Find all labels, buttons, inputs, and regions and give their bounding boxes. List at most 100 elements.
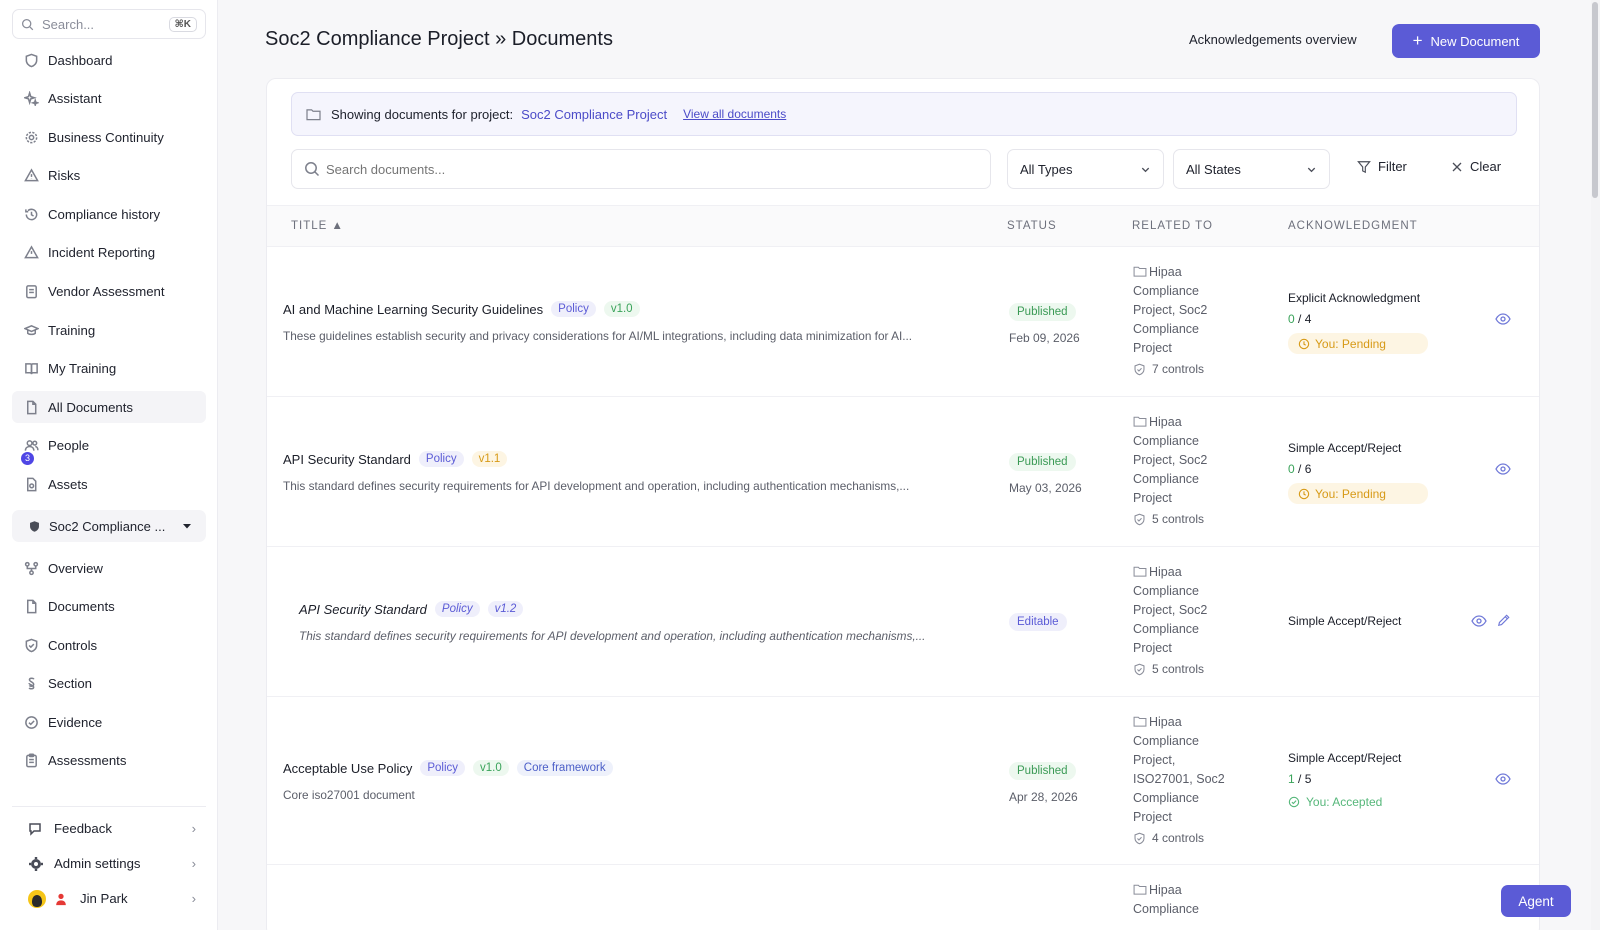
chevron-down-icon bbox=[1307, 167, 1316, 172]
type-tag: Policy bbox=[551, 301, 596, 317]
ack-count: 1 / 5 bbox=[1288, 772, 1312, 786]
sidebar-item-all-documents[interactable]: All Documents bbox=[12, 391, 206, 424]
sidebar-item-assistant[interactable]: Assistant bbox=[12, 83, 206, 115]
sidebar-item-label: Section bbox=[48, 676, 92, 692]
document-description: This standard defines security requireme… bbox=[283, 479, 910, 493]
project-selector[interactable]: Soc2 Compliance ... bbox=[12, 510, 206, 542]
folder-icon bbox=[1133, 416, 1147, 427]
clear-button[interactable]: Clear bbox=[1451, 159, 1501, 174]
sidebar-search[interactable]: Search... ⌘K bbox=[12, 9, 206, 39]
sidebar-item-section[interactable]: Section bbox=[12, 668, 206, 700]
sidebar-item-risks[interactable]: Risks bbox=[12, 160, 206, 192]
sidebar-item-assets[interactable]: Assets bbox=[12, 469, 206, 501]
feedback-button[interactable]: Feedback › bbox=[12, 811, 206, 846]
sidebar-item-vendor-assessment[interactable]: Vendor Assessment bbox=[12, 276, 206, 308]
check-circle-icon bbox=[1288, 796, 1300, 808]
shield-check-icon bbox=[1134, 363, 1145, 376]
sidebar-item-controls[interactable]: Controls bbox=[12, 629, 206, 661]
sidebar-item-label: Business Continuity bbox=[48, 129, 164, 145]
document-description: These guidelines establish security and … bbox=[283, 329, 913, 343]
related-to: Hipaa Compliance Project, ISO27001, Soc2… bbox=[1133, 713, 1243, 848]
shield-check-icon bbox=[1134, 513, 1145, 526]
user-menu[interactable]: Jin Park › bbox=[12, 881, 206, 916]
related-to: Hipaa Compliance Project, Soc2 Complianc… bbox=[1133, 263, 1243, 379]
book-icon bbox=[23, 361, 39, 377]
documents-card: Showing documents for project: Soc2 Comp… bbox=[266, 78, 1540, 930]
filter-label: Filter bbox=[1378, 159, 1407, 174]
table-row[interactable]: AI and Machine Learning Security Guideli… bbox=[267, 247, 1539, 397]
sidebar-item-incident-reporting[interactable]: Incident Reporting bbox=[12, 237, 206, 269]
search-shortcut: ⌘K bbox=[168, 16, 197, 32]
state-select[interactable]: All States bbox=[1173, 149, 1330, 189]
sidebar-item-label: Dashboard bbox=[48, 52, 113, 68]
document-title-line: Acceptable Use Policy Policy v1.0 Core f… bbox=[283, 760, 613, 776]
published-date: May 03, 2026 bbox=[1009, 481, 1082, 495]
shield-filled-icon bbox=[30, 520, 39, 532]
document-title[interactable]: Acceptable Use Policy bbox=[283, 761, 412, 776]
folder-icon bbox=[1133, 716, 1147, 727]
folder-icon bbox=[1133, 884, 1147, 895]
new-document-button[interactable]: + New Document bbox=[1392, 24, 1540, 58]
admin-settings-button[interactable]: Admin settings › bbox=[12, 846, 206, 881]
sidebar-item-compliance-history[interactable]: Compliance history bbox=[12, 198, 206, 230]
column-acknowledgment: ACKNOWLEDGMENT bbox=[1288, 220, 1418, 232]
sidebar-item-evidence[interactable]: Evidence bbox=[12, 706, 206, 738]
view-icon[interactable] bbox=[1471, 615, 1487, 627]
table-row[interactable]: Hipaa Compliance bbox=[267, 865, 1539, 930]
controls-count: 5 controls bbox=[1133, 510, 1243, 529]
status-badge: Published bbox=[1009, 762, 1076, 780]
view-all-documents-link[interactable]: View all documents bbox=[683, 107, 786, 121]
sidebar-item-my-training[interactable]: My Training bbox=[12, 353, 206, 385]
table-row[interactable]: Acceptable Use Policy Policy v1.0 Core f… bbox=[267, 697, 1539, 865]
document-search-input[interactable] bbox=[326, 161, 966, 177]
sidebar-item-label: Assessments bbox=[48, 753, 127, 769]
filter-button[interactable]: Filter bbox=[1357, 159, 1407, 174]
sidebar-item-training[interactable]: Training bbox=[12, 314, 206, 346]
status-badge: Editable bbox=[1009, 613, 1067, 631]
agent-button[interactable]: Agent bbox=[1501, 885, 1571, 917]
admin-settings-label: Admin settings bbox=[54, 856, 141, 871]
view-icon[interactable] bbox=[1495, 463, 1511, 475]
edit-icon[interactable] bbox=[1497, 613, 1511, 627]
chevron-down-icon bbox=[1141, 167, 1150, 172]
scrollbar-thumb[interactable] bbox=[1592, 2, 1598, 198]
project-nav: Overview Documents Controls Section Evid… bbox=[12, 552, 206, 784]
chevron-right-icon: › bbox=[191, 891, 196, 906]
sidebar-item-dashboard[interactable]: Dashboard bbox=[12, 44, 206, 76]
document-icon bbox=[23, 599, 39, 615]
view-icon[interactable] bbox=[1495, 773, 1511, 785]
filter-icon bbox=[1357, 160, 1371, 173]
ack-type: Simple Accept/Reject bbox=[1288, 614, 1402, 628]
controls-count: 7 controls bbox=[1133, 360, 1243, 379]
document-title[interactable]: API Security Standard bbox=[299, 602, 427, 617]
flow-icon bbox=[23, 560, 39, 576]
sidebar-item-label: Incident Reporting bbox=[48, 245, 156, 261]
document-title[interactable]: API Security Standard bbox=[283, 452, 411, 467]
search-icon bbox=[305, 162, 320, 177]
sidebar-item-documents[interactable]: Documents bbox=[12, 591, 206, 623]
sidebar-item-label: People bbox=[48, 438, 90, 454]
type-tag: Policy bbox=[434, 601, 480, 617]
table-row[interactable]: API Security Standard Policy v1.2 This s… bbox=[267, 547, 1539, 697]
sidebar-item-people[interactable]: People 3 bbox=[12, 430, 206, 466]
table-row[interactable]: API Security Standard Policy v1.1 This s… bbox=[267, 397, 1539, 547]
sidebar-item-label: Documents bbox=[48, 599, 115, 615]
sidebar-item-label: Assistant bbox=[48, 91, 102, 107]
chevron-right-icon: › bbox=[191, 821, 196, 836]
search-icon bbox=[21, 18, 34, 30]
sidebar-item-business-continuity[interactable]: Business Continuity bbox=[12, 121, 206, 153]
document-title-line: AI and Machine Learning Security Guideli… bbox=[283, 301, 640, 317]
sidebar-item-overview[interactable]: Overview bbox=[12, 552, 206, 584]
sidebar-item-assessments[interactable]: Assessments bbox=[12, 745, 206, 777]
column-title[interactable]: TITLE ▲ bbox=[291, 220, 344, 232]
document-title[interactable]: AI and Machine Learning Security Guideli… bbox=[283, 302, 543, 317]
page-title: Soc2 Compliance Project » Documents bbox=[265, 28, 613, 50]
type-select[interactable]: All Types bbox=[1007, 149, 1164, 189]
status-badge: Published bbox=[1009, 453, 1076, 471]
document-search bbox=[291, 149, 991, 189]
ack-accepted-status: You: Accepted bbox=[1288, 795, 1382, 809]
acknowledgements-overview-link[interactable]: Acknowledgements overview bbox=[1189, 32, 1357, 47]
sidebar-item-label: Training bbox=[48, 322, 96, 338]
avatar bbox=[28, 889, 46, 908]
view-icon[interactable] bbox=[1495, 313, 1511, 325]
